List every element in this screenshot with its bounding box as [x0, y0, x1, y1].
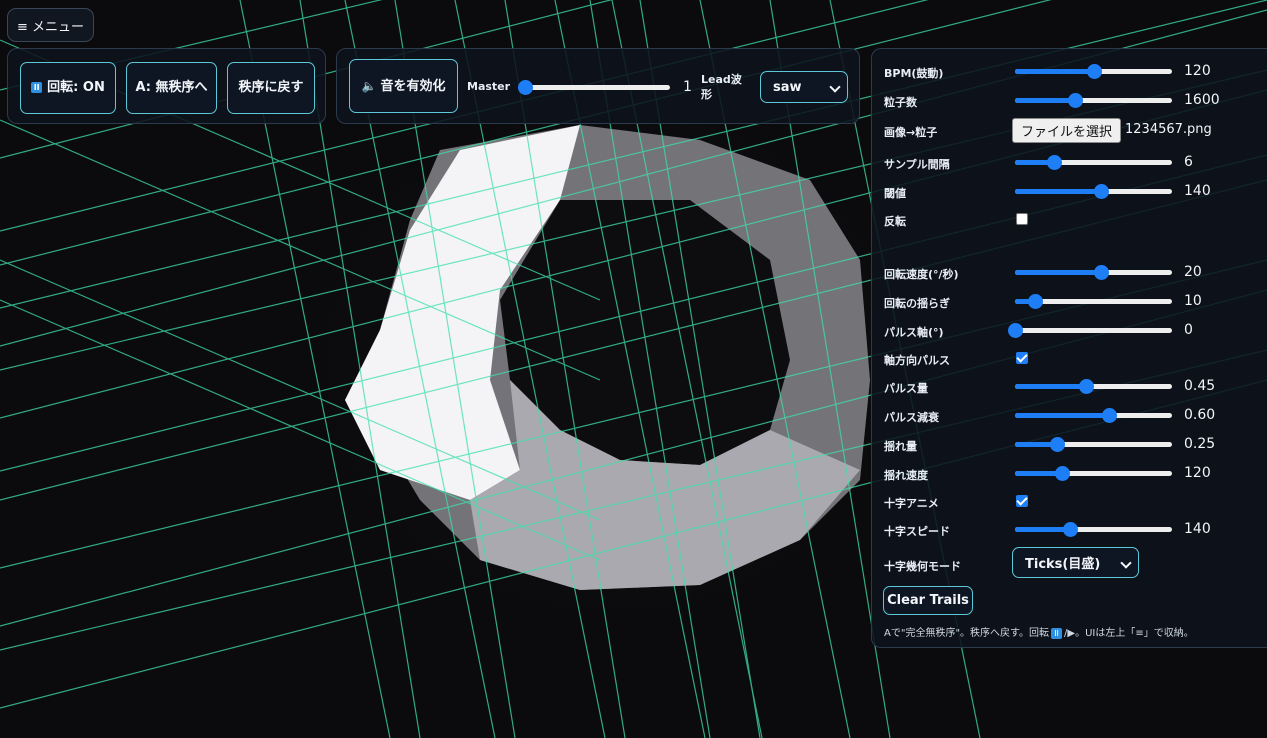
master-label: Master — [467, 80, 511, 93]
rot-wobble-label: 回転の揺らぎ — [884, 297, 950, 310]
bpm-value: 120 — [1184, 63, 1211, 79]
lead-wave-select[interactable]: saw — [760, 71, 848, 103]
rot-wobble-value: 10 — [1184, 293, 1202, 309]
pulse-amount-slider[interactable] — [1015, 379, 1172, 394]
shake-speed-slider[interactable] — [1015, 466, 1172, 481]
invert-label: 反転 — [884, 215, 906, 228]
cross-mode-select[interactable]: Ticks(目盛) — [1012, 547, 1139, 578]
menu-button[interactable]: ≡ メニュー — [7, 8, 94, 42]
lead-wave-value: saw — [773, 79, 802, 95]
image-label: 画像→粒子 — [884, 126, 938, 139]
pause-icon: II — [31, 82, 43, 93]
pulse-axis-value: 0 — [1184, 322, 1193, 338]
pulse-decay-value: 0.60 — [1184, 407, 1216, 423]
hint-pre: Aで"完全無秩序"。秩序へ戻す。回転 — [884, 628, 1050, 639]
master-slider[interactable] — [518, 80, 670, 95]
cross-anim-checkbox[interactable] — [1016, 495, 1028, 507]
sample-slider[interactable] — [1015, 155, 1172, 170]
pulse-amount-value: 0.45 — [1184, 378, 1216, 394]
master-value: 1 — [683, 79, 692, 95]
settings-panel: BPM(鼓動) 120 粒子数 1600 画像→粒子 ファイルを選択 12345… — [871, 48, 1267, 648]
axial-pulse-checkbox[interactable] — [1016, 352, 1028, 364]
axial-pulse-label: 軸方向パルス — [884, 354, 950, 367]
rot-wobble-slider[interactable] — [1015, 294, 1172, 309]
pulse-axis-slider[interactable] — [1008, 323, 1172, 338]
clear-trails-button[interactable]: Clear Trails — [883, 586, 973, 615]
restore-order-button[interactable]: 秩序に戻す — [227, 62, 315, 114]
invert-checkbox[interactable] — [1016, 213, 1028, 225]
lead-wave-label: Lead波形 — [701, 73, 742, 101]
cross-speed-label: 十字スピード — [884, 525, 950, 538]
rotate-toggle-button[interactable]: II 回転: ON — [20, 62, 116, 114]
shake-amount-value: 0.25 — [1184, 436, 1216, 452]
cross-mode-label: 十字幾何モード — [884, 560, 961, 573]
particles-slider[interactable] — [1015, 93, 1172, 108]
hint-post: /▶。UIは左上「≡」で収納。 — [1064, 628, 1194, 639]
rot-speed-label: 回転速度(°/秒) — [884, 268, 959, 281]
particles-label: 粒子数 — [884, 96, 917, 109]
shake-speed-value: 120 — [1184, 465, 1211, 481]
chevron-down-icon — [1120, 556, 1132, 569]
cross-speed-slider[interactable] — [1015, 522, 1172, 537]
cross-mode-value: Ticks(目盛) — [1025, 557, 1101, 572]
threshold-slider[interactable] — [1015, 184, 1172, 199]
threshold-value: 140 — [1184, 183, 1211, 199]
sample-value: 6 — [1184, 154, 1193, 170]
bpm-label: BPM(鼓動) — [884, 67, 944, 80]
threshold-label: 閾値 — [884, 187, 906, 200]
rot-speed-value: 20 — [1184, 264, 1202, 280]
file-name: 1234567.png — [1125, 122, 1212, 137]
particles-value: 1600 — [1184, 92, 1220, 108]
disorder-button[interactable]: A: 無秩序へ — [126, 62, 217, 114]
toolbar-left: II 回転: ON A: 無秩序へ 秩序に戻す — [7, 48, 326, 124]
toolbar-audio: 🔈 音を有効化 Master 1 Lead波形 saw — [336, 48, 860, 124]
cross-anim-label: 十字アニメ — [884, 497, 939, 510]
rotate-label: 回転: ON — [47, 80, 105, 95]
rot-speed-slider[interactable] — [1015, 265, 1172, 280]
shake-amount-slider[interactable] — [1015, 437, 1172, 452]
chevron-down-icon — [829, 81, 841, 93]
cross-speed-value: 140 — [1184, 521, 1211, 537]
speaker-icon: 🔈 — [361, 78, 377, 93]
pulse-axis-label: パルス軸(°) — [884, 326, 944, 339]
enable-audio-button[interactable]: 🔈 音を有効化 — [349, 59, 458, 113]
sample-label: サンプル間隔 — [884, 158, 950, 171]
shake-speed-label: 揺れ速度 — [884, 469, 928, 482]
pulse-decay-label: パルス減衰 — [884, 411, 939, 424]
pause-icon: II — [1051, 627, 1063, 639]
pulse-decay-slider[interactable] — [1015, 408, 1172, 423]
hint-text: Aで"完全無秩序"。秩序へ戻す。回転 II/▶。UIは左上「≡」で収納。 — [884, 624, 1194, 639]
bpm-slider[interactable] — [1015, 64, 1172, 79]
pulse-amount-label: パルス量 — [884, 382, 928, 395]
shake-amount-label: 揺れ量 — [884, 440, 917, 453]
enable-audio-label: 音を有効化 — [380, 78, 446, 94]
choose-file-button[interactable]: ファイルを選択 — [1012, 118, 1121, 143]
